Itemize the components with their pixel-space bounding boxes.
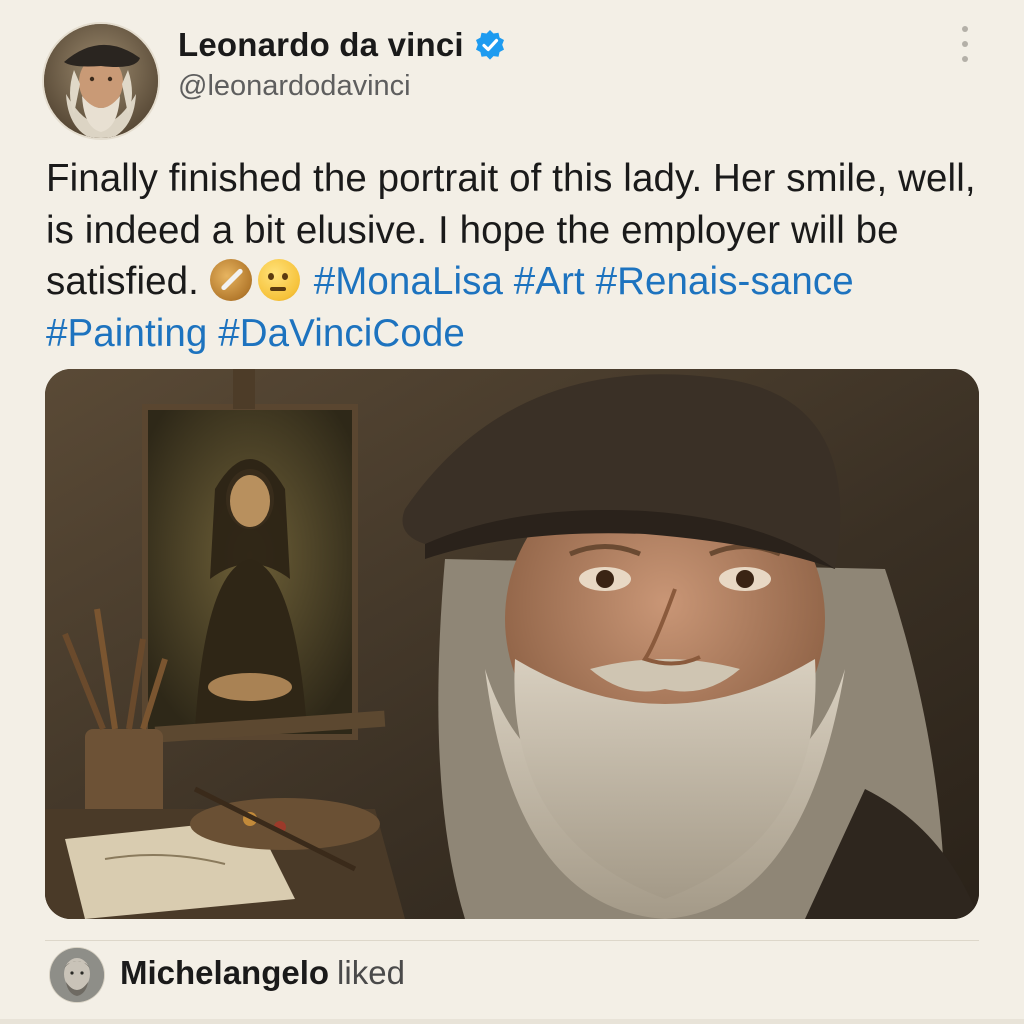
painting-portrait-illustration bbox=[45, 369, 979, 919]
artist-palette-emoji-icon bbox=[209, 259, 252, 301]
author-name[interactable]: Leonardo da vinci bbox=[178, 26, 464, 64]
hashtag-renaissance[interactable]: #Renais-sance bbox=[596, 260, 854, 303]
michelangelo-avatar-icon bbox=[50, 948, 104, 1002]
divider bbox=[45, 940, 979, 941]
liker-avatar[interactable] bbox=[50, 948, 104, 1002]
author-handle[interactable]: @leonardodavinci bbox=[178, 70, 411, 103]
leonardo-portrait-avatar bbox=[44, 24, 158, 138]
author-avatar[interactable] bbox=[44, 24, 158, 138]
post-card: Leonardo da vinci @leonardodavinci Final… bbox=[0, 0, 1024, 1024]
liked-row: Michelangelo liked bbox=[120, 954, 405, 992]
hashtag-monalisa[interactable]: #MonaLisa bbox=[314, 260, 503, 303]
verified-badge-icon bbox=[474, 29, 506, 61]
thinking-face-emoji-icon bbox=[257, 259, 300, 301]
hashtag-art[interactable]: #Art bbox=[514, 260, 585, 303]
next-post-edge bbox=[0, 1019, 1024, 1024]
hashtag-davincicode[interactable]: #DaVinciCode bbox=[218, 312, 465, 355]
liker-name[interactable]: Michelangelo bbox=[120, 954, 329, 991]
post-text: Finally finished the portrait of this la… bbox=[46, 153, 986, 359]
more-options-icon[interactable] bbox=[956, 26, 974, 62]
hashtag-painting[interactable]: #Painting bbox=[46, 312, 207, 355]
liked-label: liked bbox=[337, 954, 405, 991]
post-image[interactable] bbox=[45, 369, 979, 919]
author-name-row: Leonardo da vinci bbox=[178, 26, 506, 64]
